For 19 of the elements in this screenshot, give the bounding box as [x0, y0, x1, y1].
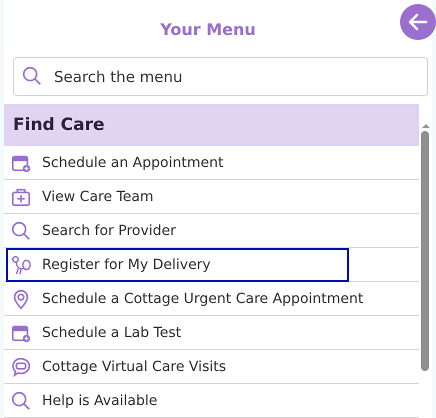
menu-title: Your Menu	[159, 19, 257, 41]
search-field[interactable]: Search the menu	[13, 57, 428, 96]
menu-item[interactable]: Schedule a Cottage Urgent Care Appointment	[6, 282, 366, 316]
back-button[interactable]	[400, 4, 436, 40]
search-icon	[10, 220, 32, 242]
scrollbar-thumb[interactable]	[421, 131, 429, 371]
scroll-up-icon[interactable]	[422, 124, 430, 128]
menu-item[interactable]: Register for My Delivery	[6, 248, 349, 282]
chat-bubble-icon	[10, 356, 32, 378]
menu-item[interactable]: Cottage Virtual Care Visits	[6, 350, 349, 384]
search-icon	[10, 390, 32, 412]
menu-item[interactable]: Help is Available	[6, 384, 349, 418]
search-icon	[21, 65, 43, 87]
menu-item[interactable]: Schedule an Appointment	[6, 146, 349, 180]
section-header: Find Care	[4, 104, 419, 146]
menu-item[interactable]: Schedule a Lab Test	[6, 316, 349, 350]
menu-item[interactable]: View Care Team	[6, 180, 349, 214]
bird-icon	[10, 254, 32, 276]
menu-item[interactable]: Search for Provider	[6, 214, 349, 248]
